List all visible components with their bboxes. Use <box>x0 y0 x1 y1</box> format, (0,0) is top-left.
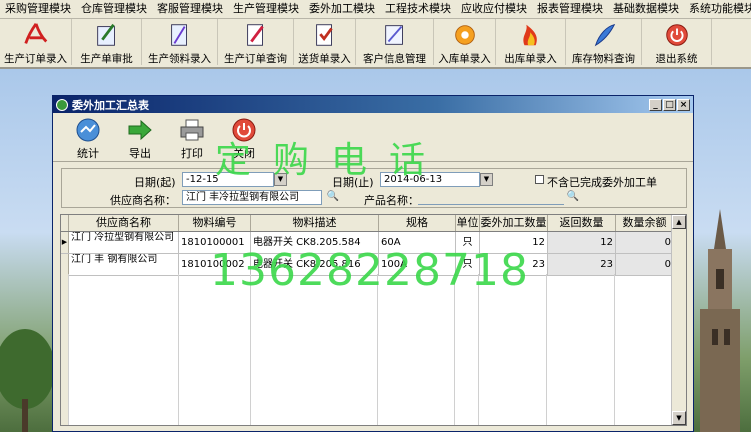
product-label: 产品名称： <box>364 194 419 207</box>
column-header-3[interactable]: 规格 <box>379 215 456 231</box>
cell-supplier[interactable]: 江门 丰 钢有限公司 <box>69 254 179 275</box>
column-header-5[interactable]: 委外加工数量 <box>480 215 548 231</box>
menu-item-5[interactable]: 工程技术模块 <box>380 0 456 18</box>
close-window-button[interactable]: × <box>677 98 690 111</box>
minimize-button[interactable]: _ <box>649 98 662 111</box>
inventory-feather-icon <box>594 24 615 47</box>
toolbar-label-5: 客户信息管理 <box>363 53 426 65</box>
toolbar-button-8[interactable]: 库存物料查询 <box>566 19 642 65</box>
menu-item-1[interactable]: 仓库管理模块 <box>76 0 152 18</box>
grid-header: 供应商名称 物料编号 物料描述 规格 单位 委外加工数量 返回数量 数量余额 <box>61 215 686 232</box>
toolbar-button-6[interactable]: 入库单录入 <box>434 19 496 65</box>
window-title: 委外加工汇总表 <box>72 98 149 112</box>
grid-corner <box>61 215 69 231</box>
supplier-search-icon[interactable]: 🔍 <box>326 190 340 204</box>
watermark-phone-title: 定购电话 <box>215 140 448 181</box>
toolbar-button-3[interactable]: 生产订单查询 <box>218 19 294 65</box>
toolbar-button-5[interactable]: 客户信息管理 <box>356 19 434 65</box>
toolbar-label-8: 库存物料查询 <box>572 53 635 65</box>
column-header-6[interactable]: 返回数量 <box>548 215 616 231</box>
export-button[interactable]: 导出 <box>115 113 165 161</box>
menu-item-0[interactable]: 采购管理模块 <box>0 0 76 18</box>
toolbar-button-7[interactable]: 出库单录入 <box>496 19 566 65</box>
column-header-1[interactable]: 物料编号 <box>179 215 251 231</box>
power-icon <box>665 24 688 46</box>
cell-balance[interactable]: 0 <box>616 232 674 253</box>
toolbar-label-4: 送货单录入 <box>298 53 351 65</box>
cell-supplier[interactable]: 江门 冷拉型钢有限公司 <box>69 232 179 253</box>
toolbar-button-9[interactable]: 退出系统 <box>642 19 712 65</box>
exclude-completed-checkbox[interactable] <box>535 175 544 184</box>
cell-returned[interactable]: 23 <box>548 254 616 275</box>
window-app-icon <box>56 98 68 111</box>
main-toolbar: 生产订单录入 生产单审批 生产领料录入 生产订单查询 送货单录入 客户信息管理 入库单录入 出… <box>0 19 751 69</box>
toolbar-button-0[interactable]: 生产订单录入 <box>0 19 72 65</box>
menu-bar: 采购管理模块 仓库管理模块 客服管理模块 生产管理模块 委外加工模块 工程技术模块 应收应付… <box>0 0 751 19</box>
menu-item-3[interactable]: 生产管理模块 <box>228 0 304 18</box>
statistics-button[interactable]: 统计 <box>63 113 113 161</box>
statistics-label: 统计 <box>77 147 99 160</box>
toolbar-label-7: 出库单录入 <box>504 53 557 65</box>
delivery-form-icon <box>315 24 333 46</box>
toolbar-label-3: 生产订单查询 <box>224 53 287 65</box>
date-to-dropdown-icon[interactable]: ▼ <box>480 173 493 186</box>
toolbar-button-2[interactable]: 生产领料录入 <box>142 19 218 65</box>
toolbar-label-6: 入库单录入 <box>438 53 491 65</box>
column-header-2[interactable]: 物料描述 <box>251 215 379 231</box>
toolbar-label-1: 生产单审批 <box>80 53 133 65</box>
print-button[interactable]: 打印 <box>167 113 217 161</box>
row-indicator[interactable] <box>61 254 69 275</box>
product-field[interactable] <box>418 190 564 205</box>
watermark-phone-number: 13628228718 <box>210 245 529 296</box>
pdf-arrow-icon <box>23 22 47 44</box>
toolbar-label-2: 生产领料录入 <box>148 53 211 65</box>
inbound-gear-icon <box>454 25 475 45</box>
toolbar-button-4[interactable]: 送货单录入 <box>294 19 356 65</box>
cell-returned[interactable]: 12 <box>548 232 616 253</box>
material-form-icon <box>170 24 187 46</box>
exclude-completed-label: 不含已完成委外加工单 <box>547 176 657 189</box>
product-search-icon[interactable]: 🔍 <box>566 190 580 204</box>
cell-balance[interactable]: 0 <box>616 254 674 275</box>
menu-item-9[interactable]: 系统功能模块 <box>684 0 751 18</box>
scroll-down-icon[interactable]: ▼ <box>672 411 686 425</box>
window-title-bar[interactable]: 委外加工汇总表 _ □ × <box>53 96 693 113</box>
export-arrow-icon <box>128 119 152 140</box>
export-label: 导出 <box>129 147 151 160</box>
date-from-label: 日期(起) <box>134 176 176 189</box>
order-query-icon <box>246 24 264 46</box>
supplier-field[interactable]: 江门 丰冷拉型钢有限公司 <box>182 190 322 205</box>
menu-item-7[interactable]: 报表管理模块 <box>532 0 608 18</box>
scroll-up-icon[interactable]: ▲ <box>672 215 686 229</box>
column-header-0[interactable]: 供应商名称 <box>69 215 179 231</box>
row-indicator[interactable]: ▶ <box>61 232 69 253</box>
column-header-7[interactable]: 数量余额 <box>616 215 674 231</box>
printer-icon <box>180 119 204 140</box>
grid-empty-area <box>61 274 673 425</box>
outbound-flame-icon <box>522 24 537 46</box>
menu-item-4[interactable]: 委外加工模块 <box>304 0 380 18</box>
vertical-scrollbar[interactable]: ▲ ▼ <box>671 215 686 425</box>
supplier-label: 供应商名称： <box>110 194 176 207</box>
statistics-icon <box>76 118 100 141</box>
menu-item-6[interactable]: 应收应付模块 <box>456 0 532 18</box>
approve-pen-icon <box>96 23 115 46</box>
toolbar-button-1[interactable]: 生产单审批 <box>72 19 142 65</box>
toolbar-label-0: 生产订单录入 <box>4 53 67 65</box>
column-header-4[interactable]: 单位 <box>456 215 480 231</box>
menu-item-8[interactable]: 基础数据模块 <box>608 0 684 18</box>
menu-item-2[interactable]: 客服管理模块 <box>152 0 228 18</box>
toolbar-label-9: 退出系统 <box>655 53 698 65</box>
print-label: 打印 <box>181 147 203 160</box>
tree-picture <box>0 329 55 432</box>
castle-tower-picture <box>700 209 740 432</box>
customer-book-icon <box>384 25 403 45</box>
maximize-button[interactable]: □ <box>663 98 676 111</box>
